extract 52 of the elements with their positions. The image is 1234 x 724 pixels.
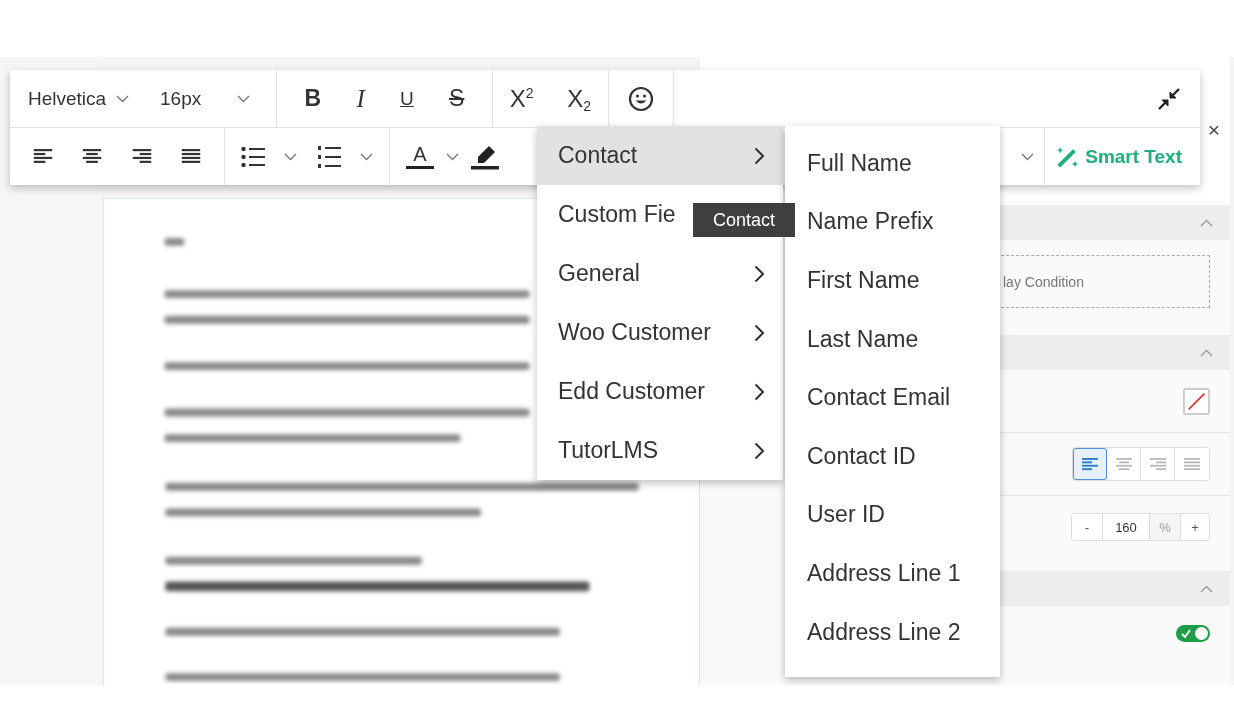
superscript-button[interactable]: X$^{2}$ [509,78,534,119]
close-button[interactable]: × [1207,119,1220,141]
magic-wand-icon [1057,145,1080,168]
display-condition-button[interactable]: lay Condition [1001,255,1210,308]
subscript-button[interactable]: X$_{2}$ [567,78,592,119]
submenu-item[interactable]: Last Name [785,309,1000,369]
submenu-item[interactable]: Address Line 2 [785,602,1000,662]
chevron-down-icon[interactable] [116,94,130,103]
chevron-down-icon[interactable] [284,152,298,161]
chevron-right-icon [754,323,765,342]
bullet-list-icon[interactable] [240,146,265,167]
menu-item[interactable]: Contact [537,126,783,185]
bold-button[interactable]: B [304,78,322,119]
tooltip: Contact [693,203,795,237]
font-dropdown[interactable]: Helvetica [28,87,160,110]
unit-label: % [1150,514,1181,540]
text-color-button[interactable]: A [406,136,434,177]
submenu-item[interactable]: Full Name [785,134,1000,193]
menu-item[interactable]: Woo Customer [537,303,783,362]
numbered-list-icon[interactable] [316,145,341,168]
toggle-switch[interactable] [1176,625,1210,642]
submenu-item[interactable]: Address Line 1 [785,544,1000,603]
chevron-right-icon [754,382,765,401]
submenu-item[interactable]: Contact Email [785,368,1000,427]
chevron-up-icon[interactable] [1200,348,1213,357]
emoji-icon[interactable] [628,85,654,112]
strike-button[interactable]: S [449,78,465,119]
chevron-down-icon[interactable] [1021,152,1035,161]
menu-item[interactable]: Edd Customer [537,362,783,421]
chevron-down-icon[interactable] [446,152,459,161]
collapse-icon[interactable] [1158,87,1180,110]
submenu-item[interactable]: First Name [785,251,1000,310]
italic-button[interactable]: I [356,78,365,119]
menu-item[interactable]: General [537,244,783,303]
decrease-button[interactable]: - [1072,514,1103,540]
chevron-down-icon[interactable] [237,94,251,103]
check-icon [1181,629,1191,638]
menu-item[interactable]: TutorLMS [537,421,783,480]
highlighter-icon[interactable] [471,143,499,170]
chevron-right-icon [754,441,765,460]
align-left-button[interactable] [1073,448,1107,480]
submenu-item[interactable]: User ID [785,485,1000,545]
font-size-dropdown[interactable]: 16px [160,87,251,110]
chevron-up-icon[interactable] [1200,584,1213,593]
chevron-down-icon[interactable] [360,152,374,161]
chevron-right-icon [754,146,765,165]
submenu-item[interactable]: Contact ID [785,426,1000,486]
color-swatch[interactable] [1183,387,1210,415]
chevron-up-icon[interactable] [1200,218,1213,227]
underline-button[interactable]: U [400,78,414,119]
increase-button[interactable]: + [1181,514,1209,540]
chevron-right-icon [754,264,765,283]
